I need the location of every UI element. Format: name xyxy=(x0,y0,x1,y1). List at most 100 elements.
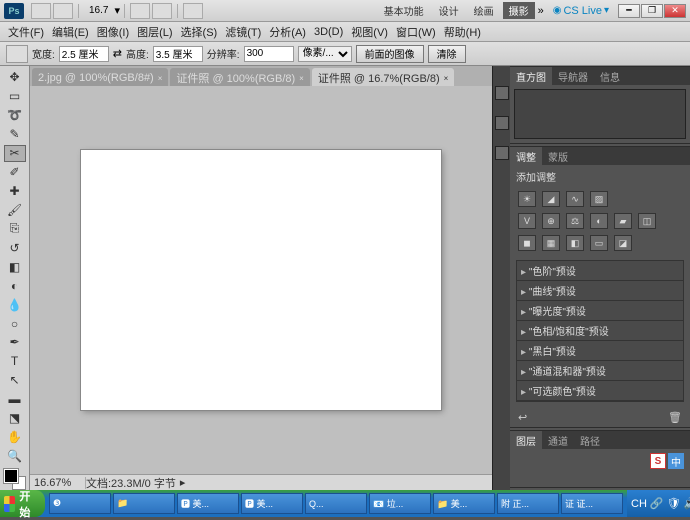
type-tool-icon[interactable]: T xyxy=(4,353,26,370)
quick-select-tool-icon[interactable]: ✎ xyxy=(4,126,26,143)
menu-3d[interactable]: 3D(D) xyxy=(310,24,347,40)
status-zoom[interactable]: 16.67% xyxy=(34,477,86,489)
close-icon[interactable]: × xyxy=(444,74,449,83)
marquee-tool-icon[interactable]: ▭ xyxy=(4,88,26,105)
close-icon[interactable]: × xyxy=(299,74,304,83)
tab-histogram[interactable]: 直方图 xyxy=(510,67,552,85)
tab-info[interactable]: 信息 xyxy=(594,67,626,85)
crop-tool-icon[interactable]: ✂ xyxy=(4,145,26,162)
path-select-tool-icon[interactable]: ↖ xyxy=(4,372,26,389)
preset-hue-sat[interactable]: "色相/饱和度"预设 xyxy=(517,321,683,341)
hand-tool-icon[interactable]: ✋ xyxy=(4,429,26,446)
canvas-viewport[interactable] xyxy=(30,86,492,474)
menu-file[interactable]: 文件(F) xyxy=(4,22,48,42)
status-more-icon[interactable]: ▸ xyxy=(180,476,186,489)
minimize-button[interactable]: ━ xyxy=(618,4,640,18)
brush-tool-icon[interactable]: 🖌 xyxy=(4,202,26,219)
doc-tab-1[interactable]: 2.jpg @ 100%(RGB/8#)× xyxy=(32,68,168,86)
task-item[interactable]: ❸ xyxy=(49,493,111,514)
resolution-unit-select[interactable]: 像素/... xyxy=(298,46,352,62)
channel-mixer-icon[interactable]: ◫ xyxy=(638,213,656,229)
view-extras-icon[interactable] xyxy=(130,3,150,19)
3d-tool-icon[interactable]: ⬔ xyxy=(4,410,26,427)
workspace-photography[interactable]: 摄影 xyxy=(503,2,535,19)
foreground-color[interactable] xyxy=(4,469,18,483)
posterize-icon[interactable]: ▦ xyxy=(542,235,560,251)
curves-icon[interactable]: ∿ xyxy=(566,191,584,207)
panel-icon[interactable] xyxy=(495,146,509,160)
tab-navigator[interactable]: 导航器 xyxy=(552,67,594,85)
menu-layer[interactable]: 图层(L) xyxy=(133,22,176,42)
resolution-input[interactable] xyxy=(244,46,294,62)
shape-tool-icon[interactable]: ▬ xyxy=(4,391,26,408)
start-button[interactable]: 开始 xyxy=(0,490,45,517)
workspace-more-icon[interactable]: » xyxy=(538,5,544,17)
menu-filter[interactable]: 滤镜(T) xyxy=(221,22,265,42)
preset-channel-mixer[interactable]: "通道混和器"预设 xyxy=(517,361,683,381)
menu-window[interactable]: 窗口(W) xyxy=(392,22,440,42)
history-brush-tool-icon[interactable]: ↺ xyxy=(4,239,26,256)
tray-link-icon[interactable]: 🔗 xyxy=(650,497,664,510)
cs-live-button[interactable]: ◉ CS Live ▾ xyxy=(553,5,609,17)
panel-icon[interactable] xyxy=(495,86,509,100)
arrange-icon[interactable] xyxy=(183,3,203,19)
clear-button[interactable]: 清除 xyxy=(428,45,466,63)
workspace-design[interactable]: 设计 xyxy=(433,2,465,19)
bw-icon[interactable]: ◐ xyxy=(590,213,608,229)
workspace-essentials[interactable]: 基本功能 xyxy=(378,2,430,19)
task-item[interactable]: 📁 xyxy=(113,493,175,514)
tray-shield-icon[interactable]: 🛡 xyxy=(667,497,681,510)
hue-sat-icon[interactable]: ⊕ xyxy=(542,213,560,229)
exposure-icon[interactable]: ▨ xyxy=(590,191,608,207)
menu-analysis[interactable]: 分析(A) xyxy=(265,22,310,42)
canvas[interactable] xyxy=(81,150,441,410)
close-button[interactable]: ✕ xyxy=(664,4,686,18)
lasso-tool-icon[interactable]: ➰ xyxy=(4,107,26,124)
adj-trash-icon[interactable]: 🗑 xyxy=(668,411,682,424)
tab-masks[interactable]: 蒙版 xyxy=(542,147,574,165)
tab-channels[interactable]: 通道 xyxy=(542,431,574,449)
task-item[interactable]: Q... xyxy=(305,493,367,514)
mini-bridge-icon[interactable] xyxy=(53,3,73,19)
tab-layers[interactable]: 图层 xyxy=(510,431,542,449)
preset-curves[interactable]: "曲线"预设 xyxy=(517,281,683,301)
lang-indicator[interactable]: CH xyxy=(631,498,647,510)
width-input[interactable] xyxy=(59,46,109,62)
gradient-map-icon[interactable]: ▭ xyxy=(590,235,608,251)
swap-wh-icon[interactable]: ⇄ xyxy=(113,47,122,60)
zoom-tool-icon[interactable]: 🔍 xyxy=(4,448,26,465)
preset-bw[interactable]: "黑白"预设 xyxy=(517,341,683,361)
task-item[interactable]: 📧 垃... xyxy=(369,493,431,514)
task-item[interactable]: 证 证... xyxy=(561,493,623,514)
dodge-tool-icon[interactable]: ○ xyxy=(4,315,26,332)
pen-tool-icon[interactable]: ✒ xyxy=(4,334,26,351)
color-balance-icon[interactable]: ⚖ xyxy=(566,213,584,229)
sogou-icon[interactable]: S xyxy=(650,453,666,469)
task-item[interactable]: 附 正... xyxy=(497,493,559,514)
menu-edit[interactable]: 编辑(E) xyxy=(48,22,93,42)
menu-help[interactable]: 帮助(H) xyxy=(440,22,485,42)
zoom-value[interactable]: 16.7 xyxy=(89,5,108,16)
tab-paths[interactable]: 路径 xyxy=(574,431,606,449)
menu-view[interactable]: 视图(V) xyxy=(347,22,392,42)
panel-icon[interactable] xyxy=(495,116,509,130)
maximize-button[interactable]: ❐ xyxy=(641,4,663,18)
crop-tool-preset-icon[interactable] xyxy=(6,45,28,63)
doc-tab-3[interactable]: 证件照 @ 16.7%(RGB/8)× xyxy=(312,68,454,86)
task-item[interactable]: 🅿 美... xyxy=(177,493,239,514)
close-icon[interactable]: × xyxy=(158,74,163,83)
threshold-icon[interactable]: ◧ xyxy=(566,235,584,251)
levels-icon[interactable]: ◢ xyxy=(542,191,560,207)
selective-color-icon[interactable]: ◪ xyxy=(614,235,632,251)
healing-brush-tool-icon[interactable]: ✚ xyxy=(4,183,26,200)
task-item[interactable]: 🅿 美... xyxy=(241,493,303,514)
height-input[interactable] xyxy=(153,46,203,62)
preset-exposure[interactable]: "曝光度"预设 xyxy=(517,301,683,321)
menu-image[interactable]: 图像(I) xyxy=(93,22,133,42)
vibrance-icon[interactable]: V xyxy=(518,213,536,229)
eyedropper-tool-icon[interactable]: ✐ xyxy=(4,164,26,181)
eraser-tool-icon[interactable]: ◧ xyxy=(4,258,26,275)
menu-select[interactable]: 选择(S) xyxy=(177,22,222,42)
bridge-icon[interactable] xyxy=(31,3,51,19)
adj-return-icon[interactable]: ↩ xyxy=(518,411,527,424)
